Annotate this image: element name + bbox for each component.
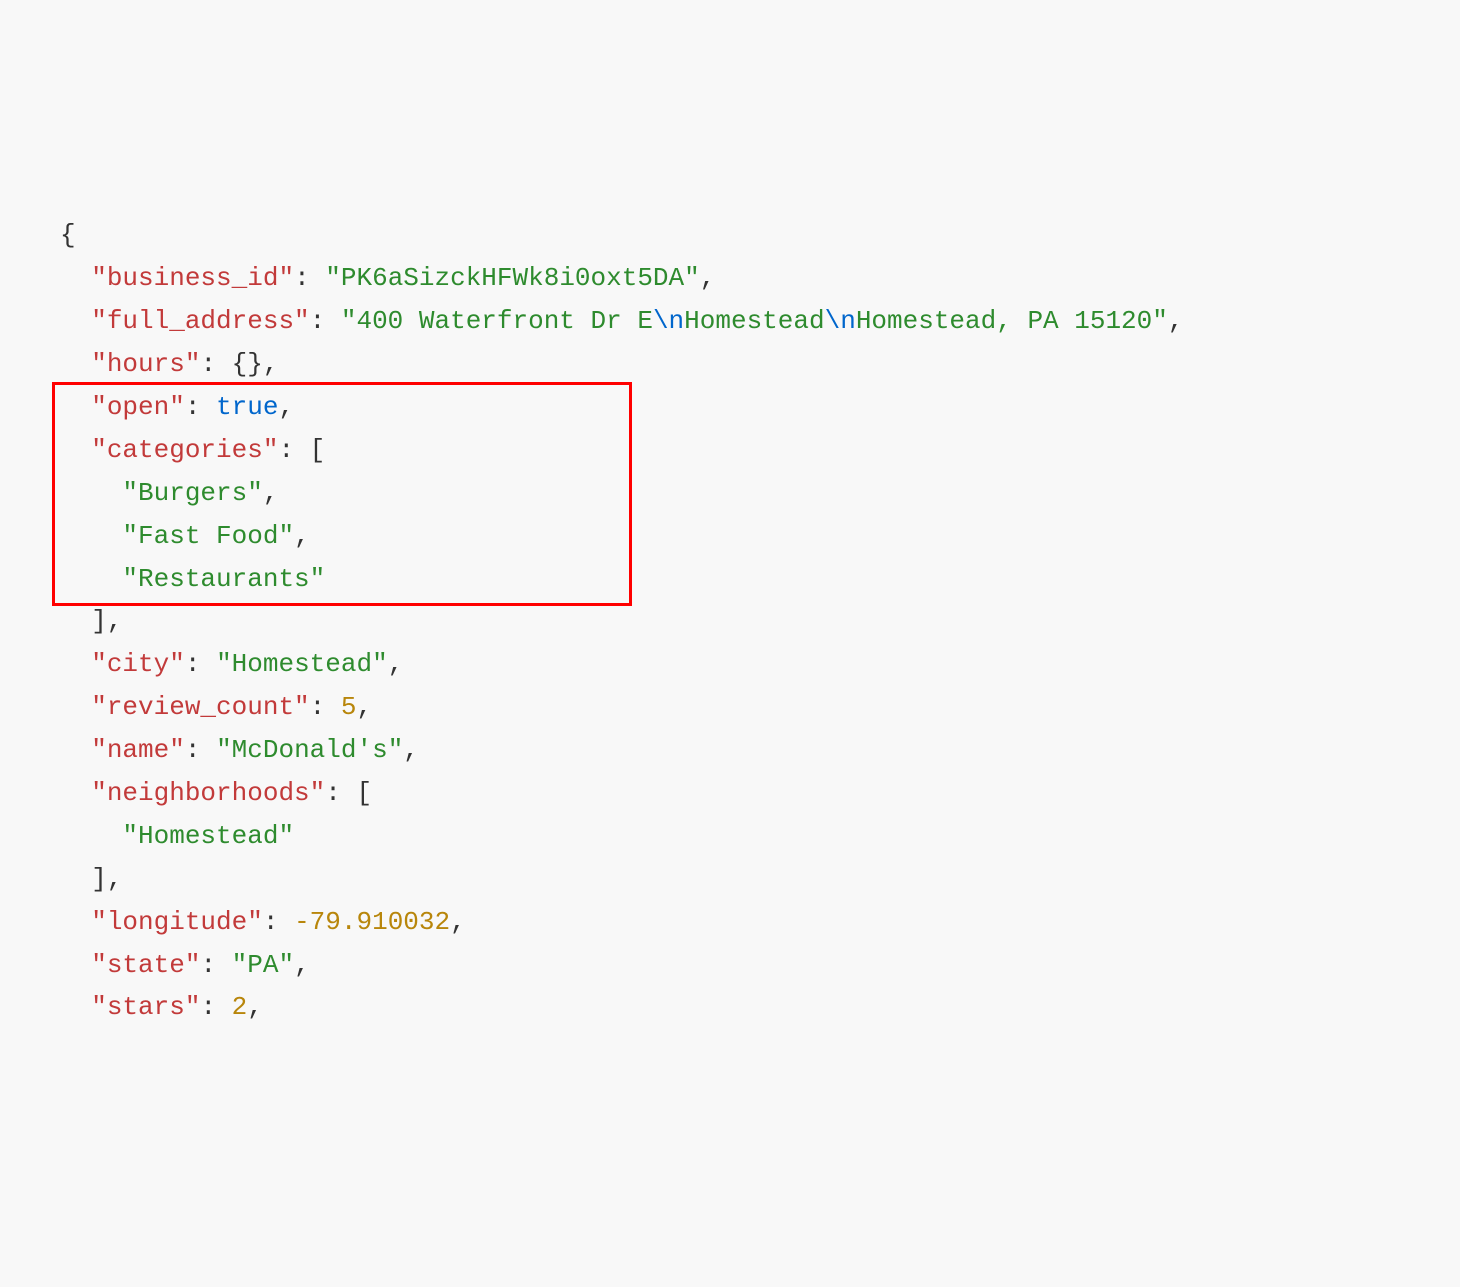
value-full-address-p1: "400 Waterfront Dr E [341, 306, 653, 336]
escape-n-2: \n [825, 306, 856, 336]
colon: : [185, 649, 216, 679]
key-categories: "categories" [91, 435, 278, 465]
value-category-1: "Fast Food" [122, 521, 294, 551]
comma: , [278, 392, 294, 422]
comma: , [294, 521, 310, 551]
key-name: "name" [91, 735, 185, 765]
open-bracket: [ [310, 435, 326, 465]
comma: , [700, 263, 716, 293]
key-hours: "hours" [91, 349, 200, 379]
colon: : [200, 349, 231, 379]
colon: : [185, 392, 216, 422]
colon: : [294, 263, 325, 293]
comma: , [388, 649, 404, 679]
value-full-address-p3: Homestead, PA 15120" [856, 306, 1168, 336]
comma: , [107, 864, 123, 894]
json-code-block: { "business_id": "PK6aSizckHFWk8i0oxt5DA… [0, 172, 1460, 1073]
value-hours: {} [232, 349, 263, 379]
colon: : [200, 950, 231, 980]
key-review-count: "review_count" [91, 692, 309, 722]
value-state: "PA" [232, 950, 294, 980]
comma: , [403, 735, 419, 765]
value-name: "McDonald's" [216, 735, 403, 765]
value-longitude: -79.910032 [294, 907, 450, 937]
value-category-0: "Burgers" [122, 478, 262, 508]
key-longitude: "longitude" [91, 907, 263, 937]
open-brace: { [60, 220, 76, 250]
comma: , [1168, 306, 1184, 336]
colon: : [325, 778, 356, 808]
value-full-address-p2: Homestead [684, 306, 824, 336]
comma: , [263, 349, 279, 379]
comma: , [247, 992, 263, 1022]
colon: : [200, 992, 231, 1022]
key-neighborhoods: "neighborhoods" [91, 778, 325, 808]
colon: : [310, 692, 341, 722]
key-open: "open" [91, 392, 185, 422]
value-review-count: 5 [341, 692, 357, 722]
value-business-id: "PK6aSizckHFWk8i0oxt5DA" [325, 263, 699, 293]
value-neighborhood-0: "Homestead" [122, 821, 294, 851]
colon: : [185, 735, 216, 765]
key-city: "city" [91, 649, 185, 679]
value-stars: 2 [232, 992, 248, 1022]
close-bracket: ] [91, 606, 107, 636]
escape-n-1: \n [653, 306, 684, 336]
colon: : [263, 907, 294, 937]
key-business-id: "business_id" [91, 263, 294, 293]
key-full-address: "full_address" [91, 306, 309, 336]
key-stars: "stars" [91, 992, 200, 1022]
colon: : [278, 435, 309, 465]
comma: , [356, 692, 372, 722]
colon: : [310, 306, 341, 336]
value-open: true [216, 392, 278, 422]
comma: , [107, 606, 123, 636]
comma: , [450, 907, 466, 937]
key-state: "state" [91, 950, 200, 980]
comma: , [294, 950, 310, 980]
open-bracket: [ [356, 778, 372, 808]
comma: , [263, 478, 279, 508]
close-bracket: ] [91, 864, 107, 894]
value-city: "Homestead" [216, 649, 388, 679]
value-category-2: "Restaurants" [122, 564, 325, 594]
